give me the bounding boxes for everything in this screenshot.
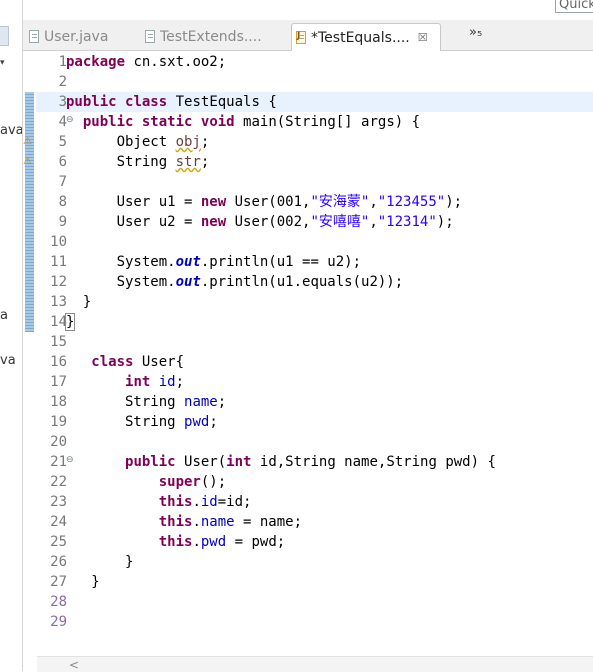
line-number-gutter: 1 2 3 4 ⊖ 5 6 7 8 9 10 11 12 13 14 15 16 17 18 19 20 21 ⊖ 22 23 2… <box>36 51 73 656</box>
line-number: 11 <box>50 254 67 270</box>
code-line[interactable]: } <box>66 572 99 592</box>
java-file-icon <box>29 30 39 43</box>
explorer-item-fragment[interactable]: va <box>0 353 16 368</box>
quick-access-input[interactable]: Quick Access <box>555 0 593 13</box>
code-line[interactable]: this.pwd = pwd; <box>66 532 285 552</box>
line-number: 15 <box>50 334 67 350</box>
code-line[interactable]: String str; <box>66 152 210 172</box>
explorer-tab[interactable] <box>0 26 9 46</box>
scroll-left-icon[interactable]: < <box>69 658 79 672</box>
code-line[interactable]: } <box>66 552 133 572</box>
line-number: 13 <box>50 294 67 310</box>
tab-label: *TestEquals.... <box>311 29 410 46</box>
line-number: 18 <box>50 394 67 410</box>
code-line[interactable]: public User(int id,String name,String pw… <box>66 452 496 472</box>
java-file-icon <box>145 30 155 43</box>
tab-overflow-button[interactable]: »₅ <box>469 25 482 40</box>
code-line[interactable]: class User{ <box>66 352 184 372</box>
tab-label: TestExtends.... <box>160 28 262 45</box>
line-number: 3 <box>58 94 67 110</box>
warning-marker-icon[interactable]: ⚠ <box>23 136 35 148</box>
horizontal-scrollbar[interactable]: < <box>37 656 593 672</box>
line-number: 16 <box>50 354 67 370</box>
code-line[interactable]: super(); <box>66 472 226 492</box>
package-explorer-pane[interactable]: ▾ ava a va <box>0 0 23 671</box>
close-tab-icon[interactable]: ☒ <box>418 31 428 44</box>
line-number: 17 <box>50 374 67 390</box>
line-number: 5 <box>58 134 67 150</box>
line-number: 26 <box>50 554 67 570</box>
line-number: 24 <box>50 514 67 530</box>
code-line[interactable]: this.id=id; <box>66 492 252 512</box>
explorer-item-fragment[interactable]: a <box>0 308 8 323</box>
line-number: 10 <box>50 234 67 250</box>
code-line[interactable]: } <box>64 312 76 332</box>
line-number: 20 <box>50 434 67 450</box>
line-number: 8 <box>58 194 67 210</box>
line-number: 21 <box>50 454 67 470</box>
code-line[interactable]: User u1 = new User(001,"安海蒙","123455"); <box>66 192 462 212</box>
code-line[interactable]: Object obj; <box>66 132 210 152</box>
code-line[interactable]: int id; <box>66 372 184 392</box>
code-editor[interactable]: ⚠ ⚠ 1 2 3 4 ⊖ 5 6 7 8 9 10 11 12 13 14 15 16 17 18 19 20 21 ⊖ 22… <box>23 51 593 656</box>
code-line[interactable]: public class TestEquals { <box>66 92 277 112</box>
expand-triangle-icon[interactable]: ▾ <box>0 57 5 68</box>
code-line[interactable]: String name; <box>66 392 226 412</box>
line-number: 1 <box>58 54 67 70</box>
tab-testequals[interactable]: *TestEquals.... ☒ <box>291 23 441 51</box>
editor-tab-bar: User.java TestExtends.... *TestEquals...… <box>23 20 593 51</box>
code-line[interactable]: String pwd; <box>66 412 218 432</box>
line-number: 12 <box>50 274 67 290</box>
quick-diff-bar <box>25 92 34 332</box>
code-line[interactable]: public static void main(String[] args) { <box>66 112 420 132</box>
line-number: 4 <box>58 114 67 130</box>
warning-marker-icon[interactable]: ⚠ <box>23 156 35 168</box>
line-number: 14 <box>50 314 67 330</box>
tab-testextends[interactable]: TestExtends.... <box>145 23 290 50</box>
line-number: 19 <box>50 414 67 430</box>
code-line[interactable]: System.out.println(u1.equals(u2)); <box>66 272 404 292</box>
tab-user-java[interactable]: User.java <box>29 23 141 50</box>
line-number: 9 <box>58 214 67 230</box>
line-number: 29 <box>50 614 67 630</box>
line-number: 27 <box>50 574 67 590</box>
code-line[interactable]: this.name = name; <box>66 512 302 532</box>
annotation-ruler: ⚠ ⚠ <box>23 51 36 656</box>
code-line[interactable]: package cn.sxt.oo2; <box>66 52 226 72</box>
code-line[interactable]: User u2 = new User(002,"安嘻嘻","12314"); <box>66 212 454 232</box>
line-number: 23 <box>50 494 67 510</box>
line-number: 25 <box>50 534 67 550</box>
line-number: 28 <box>50 594 67 610</box>
tab-label: User.java <box>44 28 109 45</box>
explorer-item-fragment[interactable]: ava <box>0 123 22 138</box>
line-number: 22 <box>50 474 67 490</box>
line-number: 2 <box>58 74 67 90</box>
code-line[interactable]: } <box>66 292 91 312</box>
java-file-icon <box>296 31 306 44</box>
line-number: 6 <box>58 154 67 170</box>
code-line[interactable]: System.out.println(u1 == u2); <box>66 252 361 272</box>
line-number: 7 <box>58 174 67 190</box>
